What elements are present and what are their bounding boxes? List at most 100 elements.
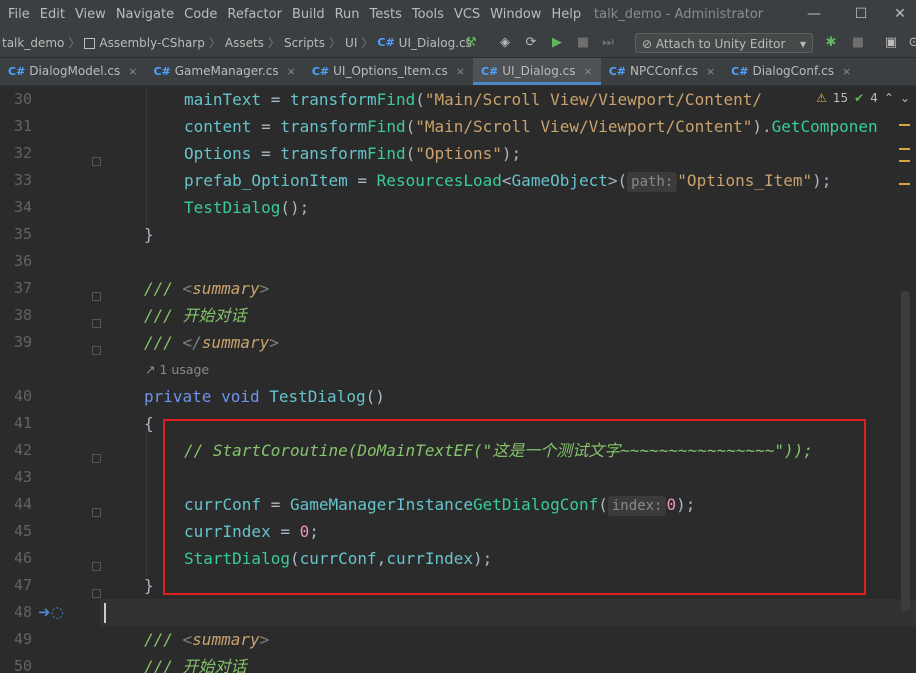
menu-item-tests[interactable]: Tests xyxy=(365,0,407,29)
close-icon[interactable]: × xyxy=(128,58,137,85)
unity-icon[interactable]: ◈ xyxy=(497,35,513,51)
build-hammer-icon[interactable]: ⚒ xyxy=(463,35,479,51)
breadcrumb-assembly[interactable]: Assembly-CSharp xyxy=(99,29,204,57)
refresh-icon[interactable]: ⟳ xyxy=(523,35,539,51)
scrollbar-thumb[interactable] xyxy=(901,291,910,611)
maximize-button[interactable]: ☐ xyxy=(838,0,884,29)
fold-marker-icon[interactable] xyxy=(92,589,101,598)
fold-marker-icon[interactable] xyxy=(92,454,101,463)
code-text: content = transformFind("Main/Scroll Vie… xyxy=(184,117,878,136)
code-text: Options = transformFind("Options"); xyxy=(184,144,522,163)
code-line[interactable]: 39 /// </summary> xyxy=(0,329,900,356)
line-number: 49 xyxy=(13,630,32,648)
tab-dialogmodel-cs[interactable]: C# DialogModel.cs × xyxy=(0,58,145,85)
breadcrumb-ui[interactable]: UI xyxy=(345,29,357,57)
breadcrumb-project[interactable]: talk_demo xyxy=(2,29,64,57)
marker[interactable] xyxy=(899,124,910,126)
code-text: /// <summary> xyxy=(144,279,270,298)
menu-item-file[interactable]: File xyxy=(3,0,35,29)
code-line[interactable]: 50 /// 开始对话 xyxy=(0,653,900,673)
attach-to-unity-dropdown[interactable]: ⊘ Attach to Unity Editor ▾ xyxy=(635,33,813,53)
chevron-right-icon: 〉 xyxy=(267,36,280,50)
close-icon[interactable]: × xyxy=(842,58,851,85)
editor-tab-bar: C# DialogModel.cs × C# GameManager.cs × C# UI_O… xyxy=(0,58,916,86)
tab-npcconf-cs[interactable]: C# NPCConf.cs × xyxy=(601,58,723,85)
implements-arrow-icon[interactable]: ➜◌ xyxy=(38,602,64,622)
close-icon[interactable]: × xyxy=(706,58,715,85)
breadcrumb-file[interactable]: UI_Dialog.cs xyxy=(399,29,472,57)
usage-hint[interactable]: ↗ 1 usage xyxy=(145,362,209,378)
menu-item-code[interactable]: Code xyxy=(179,0,222,29)
code-editor[interactable]: 30 mainText = transformFind("Main/Scroll … xyxy=(0,86,916,673)
code-line[interactable]: 37 /// <summary> xyxy=(0,275,900,302)
step-icon[interactable]: ⏭ xyxy=(600,35,616,51)
tab-dialogconf-cs[interactable]: C# DialogConf.cs × xyxy=(723,58,859,85)
menu-item-build[interactable]: Build xyxy=(287,0,330,29)
fold-marker-icon[interactable] xyxy=(92,508,101,517)
usage-icon: ↗ xyxy=(145,362,156,377)
menu-item-window[interactable]: Window xyxy=(485,0,546,29)
marker[interactable] xyxy=(899,160,910,162)
code-line[interactable]: 33 prefab_OptionItem = ResourcesLoad<Game… xyxy=(0,167,900,194)
attach-icon: ⊘ xyxy=(642,37,656,51)
line-number: 34 xyxy=(13,198,32,216)
tab-ui-dialog-cs[interactable]: C# UI_Dialog.cs × xyxy=(472,58,601,85)
close-icon[interactable]: × xyxy=(456,58,465,85)
code-line[interactable]: 36 xyxy=(0,248,900,275)
code-line[interactable]: 49 /// <summary> xyxy=(0,626,900,653)
inspection-widget[interactable]: ⚠ 15 ✔ 4 ⌃ ⌄ xyxy=(812,88,910,108)
code-line[interactable]: 40 private void TestDialog() xyxy=(0,383,900,410)
code-text: /// 开始对话 xyxy=(144,306,247,325)
navigation-bar: talk_demo 〉 Assembly-CSharp 〉 Assets 〉 S… xyxy=(0,29,916,58)
line-number: 31 xyxy=(13,117,32,135)
code-line[interactable]: 34 TestDialog(); xyxy=(0,194,900,221)
tab-label: NPCConf.cs xyxy=(630,64,698,78)
stop-debug-icon[interactable]: ■ xyxy=(850,35,866,51)
code-text: /// 开始对话 xyxy=(144,657,247,673)
minimize-button[interactable]: — xyxy=(791,0,837,29)
main-menu: File Edit View Navigate Code Refactor Build Run… xyxy=(3,0,586,29)
close-window-button[interactable]: ✕ xyxy=(884,0,916,29)
menu-item-view[interactable]: View xyxy=(70,0,111,29)
fold-marker-icon[interactable] xyxy=(92,157,101,166)
line-number: 35 xyxy=(13,225,32,243)
close-icon[interactable]: × xyxy=(583,58,592,85)
code-line[interactable]: 35} xyxy=(0,221,900,248)
csharp-file-icon: C# xyxy=(8,65,26,78)
debug-bug-icon[interactable]: ✱ xyxy=(823,35,839,51)
line-number: 37 xyxy=(13,279,32,297)
stop-icon[interactable]: ■ xyxy=(575,35,591,51)
code-line[interactable]: 48 xyxy=(0,599,900,626)
marker[interactable] xyxy=(899,148,910,150)
marker[interactable] xyxy=(899,183,910,185)
tab-label: DialogConf.cs xyxy=(752,64,835,78)
code-text: { xyxy=(144,414,154,433)
breadcrumb-assets[interactable]: Assets xyxy=(225,29,264,57)
run-play-icon[interactable]: ▶ xyxy=(549,35,565,51)
menu-item-refactor[interactable]: Refactor xyxy=(222,0,287,29)
menu-item-navigate[interactable]: Navigate xyxy=(111,0,179,29)
tab-ui-options-item-cs[interactable]: C# UI_Options_Item.cs × xyxy=(304,58,473,85)
code-line[interactable]: 31 content = transformFind("Main/Scroll V… xyxy=(0,113,900,140)
menu-item-tools[interactable]: Tools xyxy=(407,0,449,29)
close-icon[interactable]: × xyxy=(287,58,296,85)
fold-marker-icon[interactable] xyxy=(92,346,101,355)
code-line[interactable]: 30 mainText = transformFind("Main/Scroll … xyxy=(0,86,900,113)
layout-icon[interactable]: ▣ xyxy=(883,35,899,51)
fold-marker-icon[interactable] xyxy=(92,319,101,328)
chevron-down-icon[interactable]: ⌄ xyxy=(900,88,910,108)
fold-marker-icon[interactable] xyxy=(92,562,101,571)
menu-item-run[interactable]: Run xyxy=(330,0,365,29)
menu-item-edit[interactable]: Edit xyxy=(35,0,70,29)
usage-hint-text: 1 usage xyxy=(159,362,210,377)
code-line[interactable]: 38 /// 开始对话 xyxy=(0,302,900,329)
chevron-up-icon[interactable]: ⌃ xyxy=(884,88,894,108)
more-icon[interactable]: ⊙ xyxy=(906,35,916,51)
tab-gamemanager-cs[interactable]: C# GameManager.cs × xyxy=(145,58,303,85)
code-line[interactable]: 32 Options = transformFind("Options"); xyxy=(0,140,900,167)
code-text: mainText = transformFind("Main/Scroll Vi… xyxy=(184,90,762,109)
breadcrumb-scripts[interactable]: Scripts xyxy=(284,29,325,57)
menu-item-vcs[interactable]: VCS xyxy=(449,0,485,29)
fold-marker-icon[interactable] xyxy=(92,292,101,301)
menu-item-help[interactable]: Help xyxy=(546,0,586,29)
